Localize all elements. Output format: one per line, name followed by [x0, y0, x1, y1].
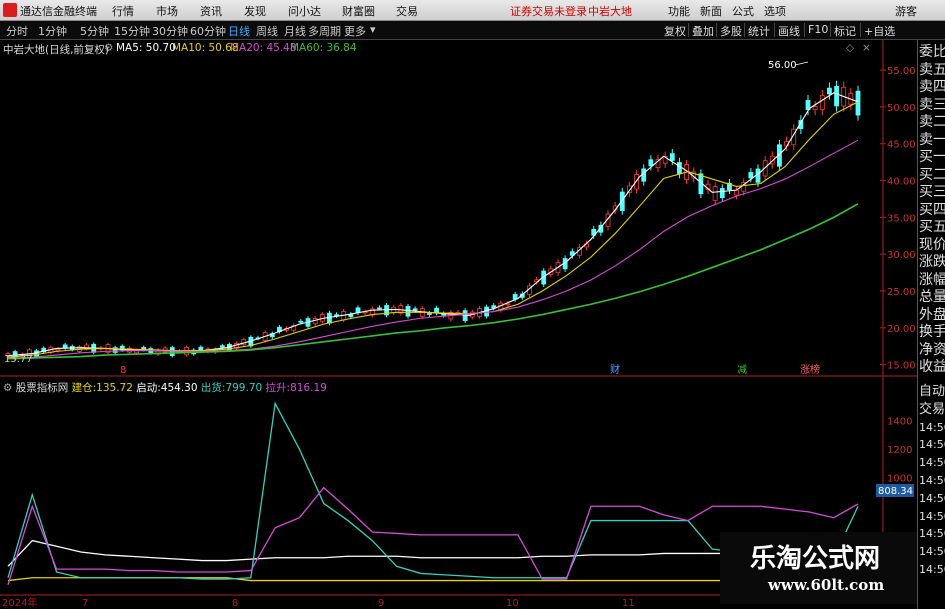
quote-row-17[interactable]: 净资	[919, 342, 945, 358]
candle-body[interactable]	[427, 313, 432, 315]
quote-row-11[interactable]: 现价	[919, 237, 945, 253]
quote-row-13[interactable]: 涨幅	[919, 272, 945, 288]
quote-row-7[interactable]: 买二	[919, 167, 945, 183]
price-axis-tick: 40.00	[887, 177, 916, 188]
candle-body[interactable]	[377, 307, 382, 310]
date-label-8: 8	[232, 598, 238, 609]
price-axis-tick: 25.00	[887, 287, 916, 298]
quote-row-3[interactable]: 卖三	[919, 97, 945, 113]
high-price-label: 56.00	[768, 60, 797, 71]
quote-row-8[interactable]: 买三	[919, 184, 945, 200]
trade-row-0[interactable]: 自动	[919, 384, 945, 400]
candle-body[interactable]	[648, 159, 654, 167]
trade-row-9[interactable]: 14:50	[919, 544, 945, 560]
candle-body[interactable]	[712, 186, 718, 201]
date-label-10: 10	[506, 598, 519, 609]
indicator-current-value: 808.34	[878, 486, 913, 497]
indicator-axis-tick: 1000	[887, 474, 912, 485]
date-label-11: 11	[622, 598, 635, 609]
trade-row-1[interactable]: 交易	[919, 402, 945, 418]
quote-row-0[interactable]: 委比	[919, 44, 945, 60]
candle-body[interactable]	[734, 189, 739, 196]
price-axis-tick: 50.00	[887, 103, 916, 114]
candle-body[interactable]	[748, 172, 754, 179]
quote-row-16[interactable]: 换手	[919, 324, 945, 340]
indicator-axis-tick: 1400	[887, 417, 912, 428]
date-label-7: 7	[82, 598, 88, 609]
quote-row-4[interactable]: 卖二	[919, 114, 945, 130]
ma10-line	[7, 101, 859, 358]
candle-body[interactable]	[505, 303, 511, 306]
quote-panel: 委比卖五 卖四卖三 卖二卖一 买一买二 买三买四 买五现价 涨跌涨幅 总量外盘 换手净资 收益自动…	[917, 40, 945, 609]
candle-body[interactable]	[219, 345, 225, 348]
event-marker-8[interactable]: 8	[120, 365, 126, 376]
candle-body[interactable]	[834, 86, 839, 107]
event-marker-limit-up[interactable]: 涨榜	[800, 363, 820, 376]
trade-row-6[interactable]: 14:50	[919, 491, 945, 507]
candle-body[interactable]	[405, 306, 411, 317]
watermark-url: www.60lt.com	[768, 576, 885, 594]
indicator-axis-tick: 1200	[887, 445, 912, 456]
candle-body[interactable]	[62, 344, 68, 349]
price-axis-tick: 15.00	[887, 361, 916, 372]
trade-row-5[interactable]: 14:50	[919, 473, 945, 489]
date-label-9: 9	[378, 598, 384, 609]
trade-row-7[interactable]: 14:50	[919, 509, 945, 525]
price-axis-tick: 45.00	[887, 140, 916, 151]
ma20-line	[7, 139, 859, 359]
quote-row-9[interactable]: 买四	[919, 202, 945, 218]
ma60-line	[7, 203, 859, 360]
date-label-2024: 2024年	[2, 596, 37, 609]
candle-body[interactable]	[755, 168, 761, 183]
ma5-line	[7, 92, 859, 357]
candle-body[interactable]	[55, 348, 61, 352]
trade-row-2[interactable]: 14:50	[919, 420, 945, 436]
candle-body[interactable]	[298, 320, 304, 323]
watermark: 乐淘公式网 www.60lt.com	[720, 532, 917, 604]
price-axis-tick: 30.00	[887, 250, 916, 261]
candle-body[interactable]	[634, 174, 639, 190]
trade-row-8[interactable]: 14:50	[919, 526, 945, 542]
event-marker-finance[interactable]: 财	[610, 363, 620, 376]
trade-row-10[interactable]: 14:50	[919, 562, 945, 578]
event-marker-reduce[interactable]: 减	[737, 364, 747, 376]
candle-body[interactable]	[719, 188, 725, 199]
price-axis-tick: 55.00	[887, 66, 916, 77]
candle-body[interactable]	[819, 95, 825, 110]
candle-body[interactable]	[412, 308, 418, 311]
candle-body[interactable]	[677, 162, 682, 175]
low-price-label: 15.77	[4, 354, 33, 365]
quote-row-5[interactable]: 卖一	[919, 132, 945, 148]
stock-chart[interactable]: 55.00 50.00 45.00 40.00 35.00 30.00 25.00 20.00…	[0, 0, 917, 609]
quote-row-18[interactable]: 收益	[919, 359, 945, 375]
candle-body[interactable]	[812, 106, 818, 111]
candle-body[interactable]	[669, 153, 675, 161]
price-axis-tick: 35.00	[887, 213, 916, 224]
trade-row-3[interactable]: 14:50	[919, 437, 945, 453]
quote-row-1[interactable]: 卖五	[919, 62, 945, 78]
price-axis-tick: 20.00	[887, 324, 916, 335]
quote-row-6[interactable]: 买一	[919, 149, 945, 165]
quote-row-2[interactable]: 卖四	[919, 79, 945, 95]
candle-body[interactable]	[434, 307, 439, 314]
watermark-name: 乐淘公式网	[750, 544, 881, 574]
quote-row-15[interactable]: 外盘	[919, 307, 945, 323]
quote-row-12[interactable]: 涨跌	[919, 254, 945, 270]
candle-body[interactable]	[827, 87, 832, 95]
trade-row-4[interactable]: 14:50	[919, 455, 945, 471]
quote-row-14[interactable]: 总量	[919, 289, 945, 305]
quote-row-10[interactable]: 买五	[919, 219, 945, 235]
